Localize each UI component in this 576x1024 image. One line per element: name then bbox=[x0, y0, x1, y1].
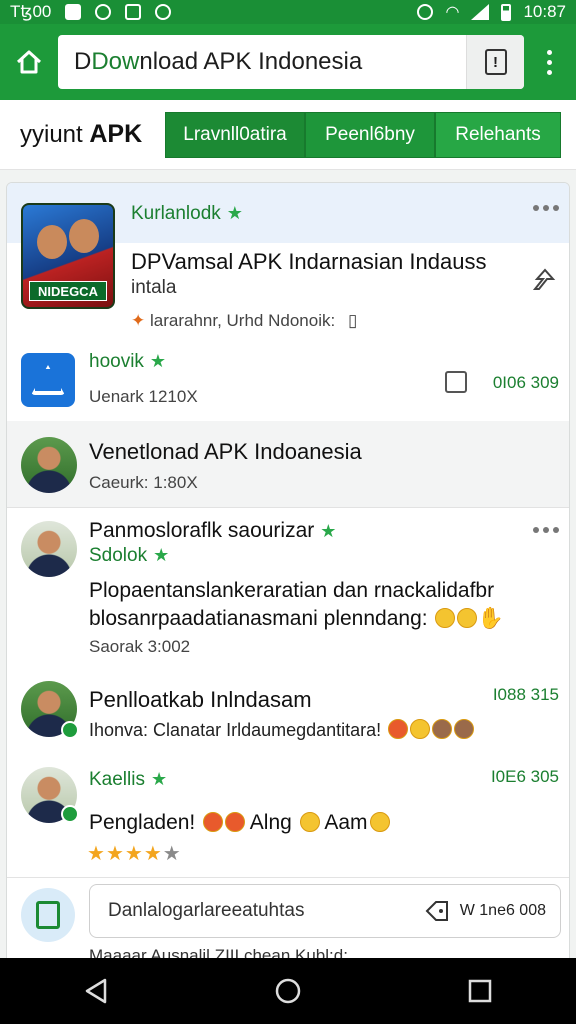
wifi-icon: ◠ bbox=[445, 4, 460, 21]
post-meta: ✦ lararahnr, Urhd Ndonoik: ▯ bbox=[131, 311, 358, 330]
verified-badge-icon bbox=[61, 805, 79, 823]
app-store-icon[interactable] bbox=[21, 888, 75, 942]
shield-icon bbox=[155, 4, 172, 20]
post-username[interactable]: hoovik ★ bbox=[89, 351, 166, 373]
feed-post[interactable]: NIDEGCA Kurlanlodk ★ DPVamsal APK Indarna… bbox=[7, 183, 569, 341]
status-left-text: Tꜩ00 bbox=[10, 2, 52, 21]
post-body: Ihonva: Clanatar Irldaumegdantitara! bbox=[89, 719, 475, 741]
home-button[interactable] bbox=[12, 45, 46, 79]
star-rating: ★★★★★ bbox=[87, 841, 182, 866]
emoji-icon bbox=[435, 608, 456, 628]
home-circle-icon bbox=[275, 978, 301, 1004]
copy-icon[interactable]: ▯ bbox=[348, 311, 357, 330]
star-filled-icon: ★ bbox=[105, 843, 125, 865]
post-username[interactable]: Kaellis ★ bbox=[89, 769, 167, 791]
star-filled-icon: ★ bbox=[87, 843, 106, 865]
tag-icon[interactable] bbox=[424, 900, 450, 922]
site-brand[interactable]: yyiunt APK bbox=[20, 120, 165, 149]
verified-star-icon: ★ bbox=[150, 769, 168, 789]
hand-icon: ✋ bbox=[477, 607, 504, 630]
recents-button[interactable] bbox=[460, 971, 500, 1011]
recents-icon bbox=[468, 979, 492, 1003]
page-info-icon: ! bbox=[484, 49, 507, 75]
post-body: Plopaentanslankeraratian dan rnackalidaf… bbox=[89, 579, 504, 630]
feed-post[interactable]: Panmosloraflk saourizar ★ Sdolok ★ Plopaen… bbox=[7, 507, 569, 667]
feed-post[interactable]: hoovik ★ Uenark 1210X 0I06 309 bbox=[7, 341, 569, 421]
post-title[interactable]: Venetlonad APK Indoanesia bbox=[89, 439, 362, 465]
post-more-button[interactable] bbox=[533, 527, 559, 533]
grid-icon[interactable] bbox=[445, 371, 467, 393]
post-username[interactable]: Sdolok ★ bbox=[89, 545, 169, 567]
back-icon bbox=[85, 978, 107, 1004]
verified-badge-icon bbox=[61, 721, 79, 739]
back-button[interactable] bbox=[76, 971, 116, 1011]
composer-info: W 1ne6 008 bbox=[459, 902, 546, 919]
post-meta: Uenark 1210X bbox=[89, 387, 198, 406]
post-username[interactable]: Kurlanlodk ★ bbox=[131, 203, 243, 225]
tab-relevant[interactable]: Relehants bbox=[435, 111, 561, 158]
signal-icon bbox=[95, 4, 112, 20]
app-icon[interactable] bbox=[21, 353, 75, 407]
image-icon bbox=[125, 4, 142, 20]
feed-post[interactable]: Penlloatkab Inlndasam I088 315 Ihonva: C… bbox=[7, 667, 569, 753]
post-count: I0E6 305 bbox=[490, 767, 559, 786]
tab-category[interactable]: Lravnll0atira bbox=[165, 111, 305, 158]
url-field[interactable]: DDownload APK Indonesia ! bbox=[58, 35, 524, 89]
share-icon[interactable] bbox=[531, 267, 557, 293]
post-subtitle: intala bbox=[131, 277, 177, 298]
verified-star-icon: ★ bbox=[226, 203, 243, 223]
verified-star-icon: ★ bbox=[149, 351, 167, 371]
overflow-menu-button[interactable] bbox=[534, 49, 564, 75]
home-icon bbox=[16, 50, 42, 74]
photo-icon bbox=[65, 4, 82, 20]
verified-star-icon: ★ bbox=[320, 521, 337, 541]
site-header: yyiunt APK Lravnll0atira Peenl6bny Releh… bbox=[0, 100, 576, 170]
post-meta: Caeurk: 1:80X bbox=[89, 473, 198, 492]
star-filled-icon: ★ bbox=[143, 843, 163, 865]
post-count: 0I06 309 bbox=[492, 373, 559, 392]
post-meta: Saorak 3:002 bbox=[89, 637, 191, 656]
url-text: DDownload APK Indonesia bbox=[74, 48, 363, 75]
feed-post[interactable]: Venetlonad APK Indoanesia Caeurk: 1:80X bbox=[7, 421, 569, 507]
browser-toolbar: DDownload APK Indonesia ! bbox=[0, 24, 576, 100]
status-time: 10:87 bbox=[523, 2, 566, 21]
post-thumbnail[interactable]: NIDEGCA bbox=[21, 203, 115, 309]
avatar[interactable] bbox=[21, 521, 77, 577]
emoji-icon bbox=[457, 608, 478, 628]
star-filled-icon: ★ bbox=[124, 843, 144, 865]
home-nav-button[interactable] bbox=[268, 971, 308, 1011]
post-body: Pengladen! Alng Aam bbox=[89, 809, 390, 837]
battery-icon bbox=[501, 3, 512, 21]
feed-card: NIDEGCA Kurlanlodk ★ DPVamsal APK Indarna… bbox=[6, 182, 570, 972]
tab-popular[interactable]: Peenl6bny bbox=[305, 111, 435, 158]
cell-signal-icon bbox=[471, 4, 490, 20]
post-title[interactable]: DPVamsal APK Indarnasian Indauss bbox=[131, 249, 486, 275]
post-more-button[interactable] bbox=[533, 205, 559, 211]
post-title[interactable]: Panmosloraflk saourizar ★ bbox=[89, 519, 336, 543]
status-bar: Tꜩ00 ◠ 10:87 bbox=[0, 0, 576, 24]
post-count: I088 315 bbox=[492, 685, 559, 704]
star-empty-icon: ★ bbox=[162, 843, 182, 865]
avatar[interactable] bbox=[21, 437, 77, 493]
feed-post[interactable]: Kaellis ★ I0E6 305 Pengladen! Alng Aam ★★… bbox=[7, 753, 569, 873]
page-info-button[interactable]: ! bbox=[466, 35, 524, 89]
comment-input[interactable]: Danlalogarlareeatuhtas W 1ne6 008 bbox=[89, 884, 561, 938]
flame-icon: ✦ bbox=[131, 311, 146, 330]
verified-star-icon: ★ bbox=[153, 545, 170, 565]
alarm-icon bbox=[417, 4, 434, 20]
system-nav-bar bbox=[0, 958, 576, 1024]
post-title[interactable]: Penlloatkab Inlndasam bbox=[89, 687, 312, 713]
